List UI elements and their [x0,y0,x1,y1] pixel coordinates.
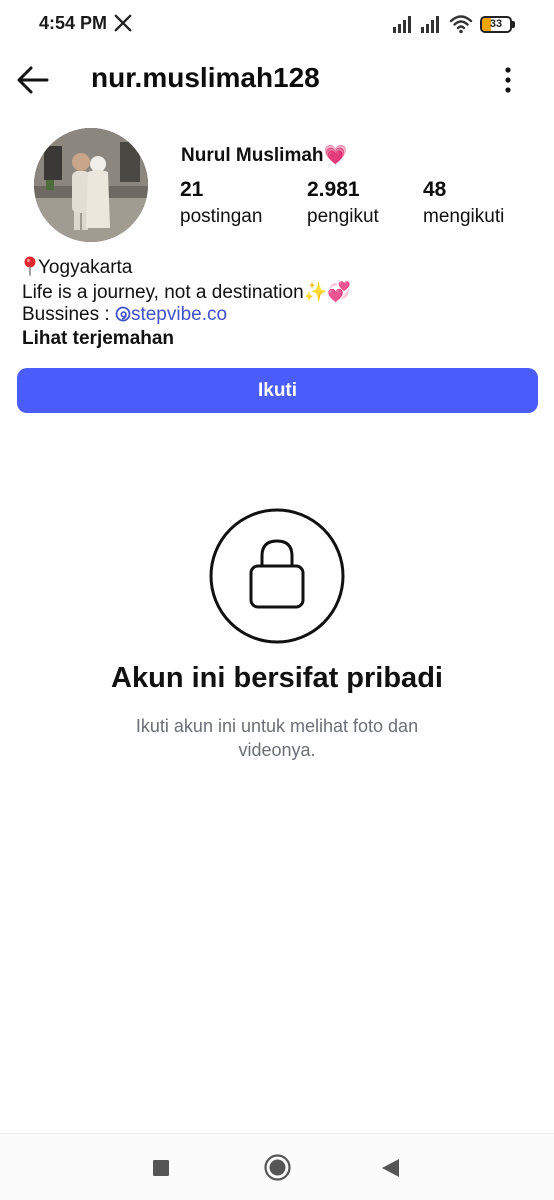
bio-tagline: Life is a journey, not a destination✨💞 [22,282,351,303]
bio-business: Bussines : stepvibe.co [22,304,227,326]
threads-handle: stepvibe.co [130,304,228,325]
posts-count: 21 [180,178,204,201]
profile-page: 4:54 PM 33 nur.muslimah128 Nurul Muslima… [0,0,554,1200]
follow-button[interactable]: Ikuti [17,368,538,413]
signal-icon [393,16,411,33]
bio-business-prefix: Bussines : [22,304,115,325]
location-pin-icon [24,256,36,276]
following-count: 48 [423,178,447,201]
home-icon[interactable] [264,1154,291,1181]
following-stat[interactable]: 48 mengikuti [423,178,504,228]
followers-label: pengikut [307,206,379,227]
status-bar: 4:54 PM 33 [0,0,554,50]
threads-link[interactable]: stepvibe.co [115,304,227,325]
followers-stat[interactable]: 2.981 pengikut [307,178,379,228]
avatar-photo [34,128,148,242]
see-translation-link[interactable]: Lihat terjemahan [22,328,174,350]
battery-level: 33 [489,18,503,30]
threads-icon [115,306,131,322]
posts-label: postingan [180,206,263,227]
back-arrow-icon[interactable] [16,63,50,97]
display-name: Nurul Muslimah💗 [181,145,348,166]
private-account-description: Ikuti akun ini untuk melihat foto dan vi… [135,716,419,760]
status-time: 4:54 PM [39,13,108,33]
lock-icon [209,508,345,644]
private-account-title: Akun ini bersifat pribadi [111,662,443,694]
following-label: mengikuti [423,206,505,227]
avatar[interactable] [34,128,148,242]
followers-count: 2.981 [307,178,360,201]
more-options-icon[interactable] [495,65,521,95]
x-logo-icon [114,14,132,32]
battery-icon: 33 [480,16,516,33]
username-title: nur.muslimah128 [91,62,320,93]
wifi-icon [449,15,473,34]
recent-apps-icon[interactable] [153,1160,169,1176]
signal-icon [421,16,439,33]
system-nav-bar [0,1133,554,1200]
posts-stat[interactable]: 21 postingan [180,178,262,228]
bio-location: Yogyakarta [22,256,132,279]
back-icon[interactable] [381,1158,400,1178]
bio-location-text: Yogyakarta [38,257,133,278]
